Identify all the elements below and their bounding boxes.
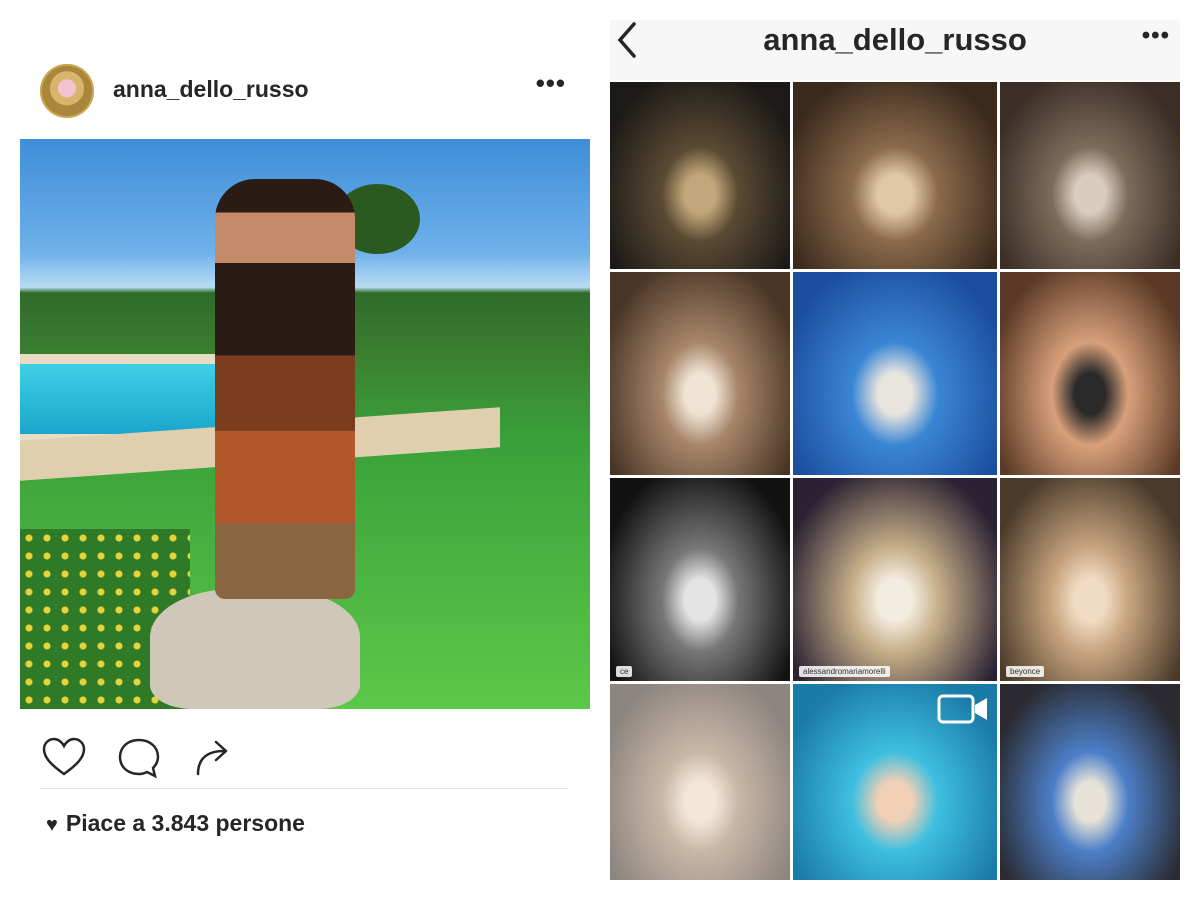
profile-more-options-button[interactable]: ••• [1142,22,1170,50]
post-username[interactable]: anna_dello_russo [113,76,309,103]
grid-tile[interactable] [793,684,997,880]
repost-badge: ce [616,666,633,677]
grid-tile[interactable] [793,82,997,269]
share-arrow-icon [196,740,228,776]
grid-tile[interactable]: beyonce [1000,478,1180,681]
post-actions [20,724,590,780]
likes-text: Piace a 3.843 persone [65,810,305,836]
like-button[interactable] [40,734,88,782]
profile-top-bar: anna_dello_russo ••• [610,20,1180,80]
comment-button[interactable] [115,734,163,782]
share-button[interactable] [190,734,238,782]
profile-view: anna_dello_russo ••• ce alessandromariamo… [610,20,1180,880]
grid-tile[interactable] [793,272,997,475]
grid-tile[interactable] [610,684,790,880]
heart-outline-icon [42,737,86,776]
post-photo[interactable] [20,139,590,709]
grid-tile[interactable] [1000,272,1180,475]
video-camera-icon [937,694,987,724]
grid-tile[interactable] [610,82,790,269]
profile-avatar[interactable] [40,64,94,118]
repost-badge: alessandromariamorelli [799,666,890,677]
grid-tile[interactable] [1000,684,1180,880]
profile-title: anna_dello_russo [763,22,1027,57]
grid-tile[interactable]: alessandromariamorelli [793,478,997,681]
post-header: anna_dello_russo ••• [20,60,590,124]
post-view: anna_dello_russo ••• ♥ Piace a 3.843 per… [20,40,590,880]
photo-person [215,179,355,599]
grid-tile[interactable] [1000,82,1180,269]
post-divider [40,788,568,789]
filled-heart-icon: ♥ [46,814,58,836]
comment-bubble-icon [118,738,160,779]
grid-tile[interactable] [610,272,790,475]
post-more-options-button[interactable]: ••• [536,68,566,99]
photo-rock [150,589,360,709]
likes-count[interactable]: ♥ Piace a 3.843 persone [46,810,305,837]
repost-badge: beyonce [1006,666,1045,677]
grid-tile[interactable]: ce [610,478,790,681]
